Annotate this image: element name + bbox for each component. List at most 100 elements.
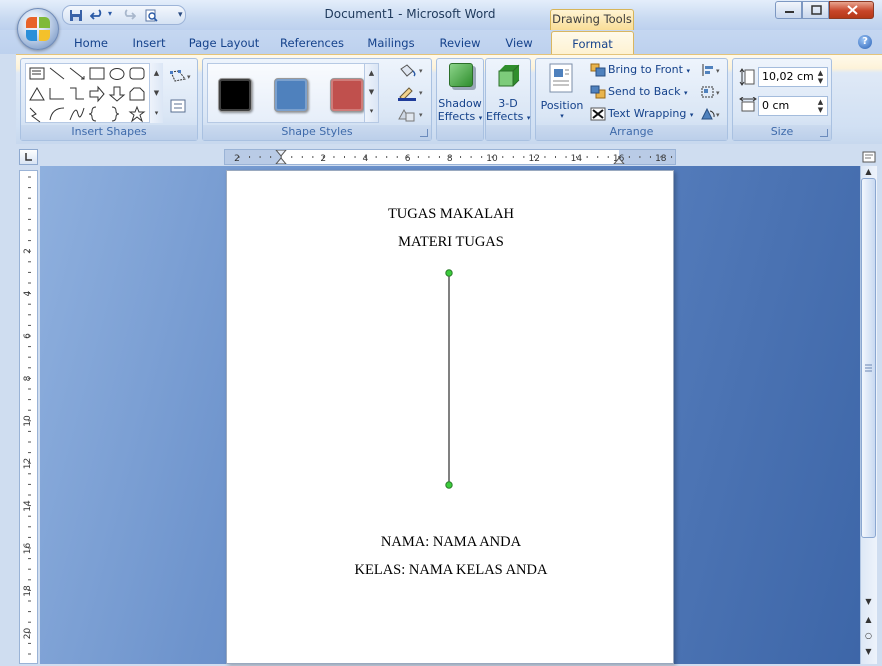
drawing-tools-context-label: Drawing Tools xyxy=(550,9,634,30)
maximize-button[interactable] xyxy=(802,1,829,19)
text-box-icon[interactable] xyxy=(169,99,187,113)
shape-outline-icon[interactable]: ▾ xyxy=(397,85,427,101)
style-swatch-black[interactable] xyxy=(218,78,252,112)
size-dialog-launcher-icon[interactable] xyxy=(820,129,828,137)
shapes-gallery-scroll[interactable]: ▲ ▼ ▾ xyxy=(149,63,163,123)
h-ruler-label: 2 xyxy=(320,154,326,164)
close-icon xyxy=(847,5,858,15)
shape-height-spin-icon[interactable]: ▲ ▼ xyxy=(816,69,825,85)
vertical-ruler[interactable]: 2 4 6 8 10 12 14 16 18 20 xyxy=(19,170,38,664)
shape-height-input[interactable]: 10,02 cm ▲ ▼ xyxy=(758,67,828,87)
shapes-gallery-icons xyxy=(29,67,146,123)
tab-selector[interactable] xyxy=(19,149,38,165)
scroll-down-icon[interactable]: ▼ xyxy=(861,596,876,608)
shape-height-icon xyxy=(739,68,755,86)
shape-styles-scroll[interactable]: ▲ ▼ ▾ xyxy=(364,64,378,122)
bring-to-front-button[interactable]: Bring to Front ▾ xyxy=(608,63,690,76)
scroll-up-icon[interactable]: ▲ xyxy=(861,166,876,178)
tab-references[interactable]: References xyxy=(278,35,346,53)
shape-styles-group: ▲ ▼ ▾ ▾ ▾ ▾ Shape Styles xyxy=(202,58,432,141)
position-button[interactable]: Position ▾ xyxy=(538,61,586,125)
line-start-handle[interactable] xyxy=(445,269,453,277)
v-ruler-label: 20 xyxy=(23,628,33,640)
horizontal-ruler[interactable]: 224681012141618 xyxy=(224,149,694,165)
shape-width-spin-icon[interactable]: ▲ ▼ xyxy=(816,98,825,114)
align-icon[interactable]: ▾ xyxy=(700,63,724,77)
shapes-gallery[interactable] xyxy=(25,63,163,123)
h-ruler-label: 18 xyxy=(655,154,667,164)
3d-effects-icon xyxy=(498,64,520,87)
text-wrapping-icon xyxy=(590,107,606,121)
document-page[interactable]: TUGAS MAKALAH MATERI TUGAS NAMA: NAMA AN… xyxy=(226,170,674,664)
quick-access-toolbar: ▾ xyxy=(62,5,186,25)
insert-shapes-group: ▲ ▼ ▾ ▾ Insert Shapes xyxy=(20,58,198,141)
arrange-group: Position ▾ Bring to Front ▾ Send to Back… xyxy=(535,58,728,141)
text-wrapping-button[interactable]: Text Wrapping ▾ xyxy=(608,107,693,120)
save-icon[interactable] xyxy=(69,9,83,22)
tab-review[interactable]: Review xyxy=(436,35,484,53)
shape-styles-label: Shape Styles xyxy=(203,125,431,140)
change-shape-icon[interactable]: ▾ xyxy=(397,107,427,123)
next-page-icon[interactable]: ▼ xyxy=(861,646,876,658)
h-ruler-label: 2 xyxy=(234,154,240,164)
rotate-icon[interactable]: ▾ xyxy=(700,107,724,121)
print-preview-icon[interactable] xyxy=(144,9,158,22)
shadow-effects-icon xyxy=(449,63,473,87)
style-swatch-blue[interactable] xyxy=(274,78,308,112)
office-button[interactable] xyxy=(17,8,59,50)
edit-shape-icon[interactable]: ▾ xyxy=(169,69,193,83)
shape-styles-dialog-launcher-icon[interactable] xyxy=(420,129,428,137)
doc-line-name[interactable]: NAMA: NAMA ANDA xyxy=(227,534,675,551)
tab-view[interactable]: View xyxy=(500,35,538,53)
shape-width-icon xyxy=(739,97,757,112)
view-ruler-toggle[interactable] xyxy=(862,150,876,164)
vertical-ruler-scale: 2468101214161820 xyxy=(23,176,33,655)
h-ruler-label: 4 xyxy=(363,154,369,164)
tab-mailings[interactable]: Mailings xyxy=(362,35,420,53)
tab-page-layout[interactable]: Page Layout xyxy=(188,35,260,53)
size-group: 10,02 cm ▲ ▼ 0 cm ▲ ▼ Size xyxy=(732,58,832,141)
close-button[interactable] xyxy=(829,1,874,19)
doc-line-title[interactable]: TUGAS MAKALAH xyxy=(227,206,675,223)
shadow-effects-group[interactable]: Shadow Effects ▾ xyxy=(436,58,484,141)
3d-effects-label-1: 3-D xyxy=(498,97,518,110)
arrange-label: Arrange xyxy=(536,125,727,140)
window-title: Document1 - Microsoft Word xyxy=(324,7,496,21)
svg-text:▾: ▾ xyxy=(716,89,720,97)
3d-effects-group[interactable]: 3-D Effects ▾ xyxy=(485,58,531,141)
svg-text:▾: ▾ xyxy=(716,111,720,119)
help-icon[interactable]: ? xyxy=(858,35,872,49)
undo-dropdown-icon[interactable]: ▾ xyxy=(108,9,112,18)
h-ruler-label: 12 xyxy=(528,154,539,164)
tab-home[interactable]: Home xyxy=(70,35,112,53)
h-ruler-label: 14 xyxy=(571,154,583,164)
position-dropdown-icon: ▾ xyxy=(560,112,564,120)
tab-insert[interactable]: Insert xyxy=(128,35,170,53)
group-icon[interactable]: ▾ xyxy=(700,85,724,99)
svg-text:▾: ▾ xyxy=(419,89,423,97)
send-to-back-button[interactable]: Send to Back ▾ xyxy=(608,85,687,98)
selected-line-shape[interactable] xyxy=(443,267,455,489)
tab-format[interactable]: Format xyxy=(551,31,634,56)
redo-icon[interactable] xyxy=(122,9,136,22)
shape-styles-gallery[interactable]: ▲ ▼ ▾ xyxy=(207,63,379,123)
doc-line-class[interactable]: KELAS: NAMA KELAS ANDA xyxy=(227,562,675,579)
line-end-handle[interactable] xyxy=(445,481,453,489)
svg-text:▾: ▾ xyxy=(419,111,423,119)
shadow-effects-label-1: Shadow xyxy=(438,97,482,110)
position-icon xyxy=(549,63,573,93)
doc-line-subtitle[interactable]: MATERI TUGAS xyxy=(227,234,675,251)
svg-text:▾: ▾ xyxy=(419,67,423,75)
view-ruler-icon xyxy=(862,151,876,163)
scrollbar-thumb[interactable] xyxy=(861,178,876,538)
previous-page-icon[interactable]: ▲ xyxy=(861,614,876,626)
shape-fill-icon[interactable]: ▾ xyxy=(397,63,427,79)
customize-qat-icon[interactable]: ▾ xyxy=(178,10,183,20)
undo-icon[interactable] xyxy=(90,9,104,22)
style-swatch-red[interactable] xyxy=(330,78,364,112)
select-browse-object-icon[interactable]: ○ xyxy=(861,630,876,642)
minimize-button[interactable] xyxy=(775,1,802,19)
shadow-effects-footer xyxy=(437,125,483,140)
shape-width-input[interactable]: 0 cm ▲ ▼ xyxy=(758,96,828,116)
position-label: Position xyxy=(540,99,584,112)
